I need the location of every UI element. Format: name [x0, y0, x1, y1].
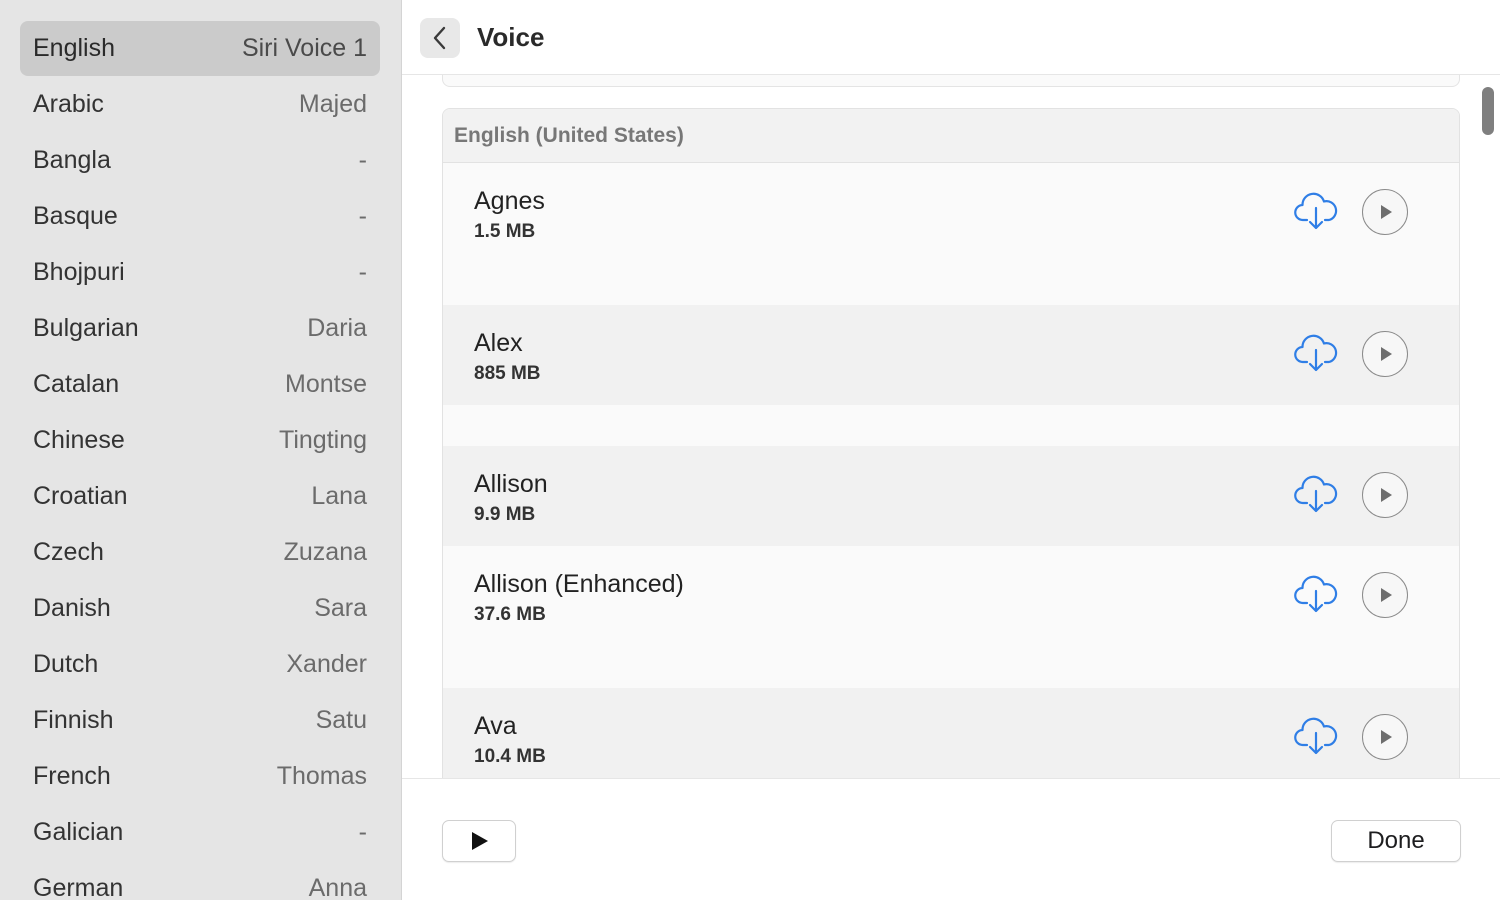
preview-play-button[interactable]: [442, 820, 516, 862]
language-name: Arabic: [33, 89, 104, 118]
language-item-bangla[interactable]: Bangla -: [20, 132, 380, 188]
language-item-arabic[interactable]: Arabic Majed: [20, 76, 380, 132]
cloud-download-icon[interactable]: [1294, 716, 1338, 756]
language-list: English Siri Voice 1 Arabic Majed Bangla…: [20, 21, 380, 900]
language-voice: Daria: [307, 313, 367, 342]
voice-row-agnes[interactable]: Agnes 1.5 MB: [443, 163, 1459, 305]
language-voice: -: [358, 145, 367, 174]
language-voice: -: [358, 817, 367, 846]
voice-name: Allison (Enhanced): [474, 570, 684, 598]
language-voice: Zuzana: [283, 537, 367, 566]
language-item-danish[interactable]: Danish Sara: [20, 580, 380, 636]
voice-row-ava[interactable]: Ava 10.4 MB: [443, 688, 1459, 778]
language-name: Chinese: [33, 425, 125, 454]
play-icon: [1381, 588, 1392, 602]
voice-panel: Voice English (United States) Agnes 1.5 …: [402, 0, 1500, 901]
play-icon: [472, 832, 488, 850]
panel-footer: Done: [402, 778, 1500, 901]
language-item-english[interactable]: English Siri Voice 1: [20, 21, 380, 76]
language-item-finnish[interactable]: Finnish Satu: [20, 692, 380, 748]
language-name: Croatian: [33, 481, 128, 510]
play-icon: [1381, 488, 1392, 502]
language-item-bhojpuri[interactable]: Bhojpuri -: [20, 244, 380, 300]
panel-header: Voice: [402, 0, 1500, 75]
language-voice: Anna: [308, 873, 367, 901]
cloud-download-icon[interactable]: [1294, 474, 1338, 514]
voice-name: Alex: [474, 329, 523, 357]
language-item-dutch[interactable]: Dutch Xander: [20, 636, 380, 692]
previous-group-edge: [442, 75, 1460, 87]
language-voice: Sara: [314, 593, 367, 622]
language-item-bulgarian[interactable]: Bulgarian Daria: [20, 300, 380, 356]
language-voice: Montse: [285, 369, 367, 398]
cloud-download-icon[interactable]: [1294, 333, 1338, 373]
play-icon: [1381, 347, 1392, 361]
language-name: Danish: [33, 593, 111, 622]
voice-name: Agnes: [474, 187, 545, 215]
play-icon: [1381, 730, 1392, 744]
language-name: German: [33, 873, 124, 901]
language-voice: Siri Voice 1: [241, 34, 367, 62]
language-name: Bangla: [33, 145, 111, 174]
language-name: Bhojpuri: [33, 257, 125, 286]
language-voice: -: [358, 257, 367, 286]
play-icon: [1381, 205, 1392, 219]
vertical-scrollbar[interactable]: [1482, 87, 1494, 135]
language-item-german[interactable]: German Anna: [20, 860, 380, 901]
back-button[interactable]: [420, 18, 460, 58]
play-button[interactable]: [1362, 714, 1408, 760]
page-title: Voice: [477, 22, 545, 52]
play-button[interactable]: [1362, 472, 1408, 518]
voice-row-allison[interactable]: Allison 9.9 MB: [443, 446, 1459, 546]
language-name: English: [33, 34, 115, 62]
chevron-left-icon: [433, 26, 446, 50]
voice-scroll-area[interactable]: English (United States) Agnes 1.5 MB Ale…: [402, 75, 1500, 778]
voice-group-english-us: English (United States) Agnes 1.5 MB Ale…: [442, 108, 1460, 778]
language-name: Galician: [33, 817, 124, 846]
group-header: English (United States): [443, 109, 1459, 163]
language-name: Bulgarian: [33, 313, 139, 342]
play-button[interactable]: [1362, 331, 1408, 377]
language-item-galician[interactable]: Galician -: [20, 804, 380, 860]
language-item-basque[interactable]: Basque -: [20, 188, 380, 244]
voice-size: 1.5 MB: [474, 221, 536, 242]
language-sidebar: English Siri Voice 1 Arabic Majed Bangla…: [0, 0, 402, 900]
voice-size: 885 MB: [474, 363, 541, 384]
language-voice: Satu: [315, 705, 367, 734]
cloud-download-icon[interactable]: [1294, 574, 1338, 614]
voice-name: Allison: [474, 470, 548, 498]
done-button[interactable]: Done: [1331, 820, 1461, 862]
language-name: Finnish: [33, 705, 114, 734]
language-name: French: [33, 761, 111, 790]
language-name: Basque: [33, 201, 118, 230]
row-spacer: [443, 405, 1459, 446]
language-name: Dutch: [33, 649, 99, 678]
language-voice: Tingting: [278, 425, 367, 454]
voice-size: 10.4 MB: [474, 746, 546, 767]
cloud-download-icon[interactable]: [1294, 191, 1338, 231]
language-voice: Xander: [286, 649, 367, 678]
language-item-croatian[interactable]: Croatian Lana: [20, 468, 380, 524]
language-name: Catalan: [33, 369, 120, 398]
language-item-catalan[interactable]: Catalan Montse: [20, 356, 380, 412]
voice-size: 37.6 MB: [474, 604, 546, 625]
play-button[interactable]: [1362, 189, 1408, 235]
voice-name: Ava: [474, 712, 517, 740]
play-button[interactable]: [1362, 572, 1408, 618]
voice-row-alex[interactable]: Alex 885 MB: [443, 305, 1459, 405]
voice-size: 9.9 MB: [474, 504, 536, 525]
language-voice: -: [358, 201, 367, 230]
language-item-chinese[interactable]: Chinese Tingting: [20, 412, 380, 468]
voice-row-allison-enhanced[interactable]: Allison (Enhanced) 37.6 MB: [443, 546, 1459, 688]
language-item-czech[interactable]: Czech Zuzana: [20, 524, 380, 580]
language-name: Czech: [33, 537, 104, 566]
language-voice: Thomas: [276, 761, 367, 790]
language-item-french[interactable]: French Thomas: [20, 748, 380, 804]
language-voice: Majed: [298, 89, 367, 118]
language-voice: Lana: [311, 481, 367, 510]
